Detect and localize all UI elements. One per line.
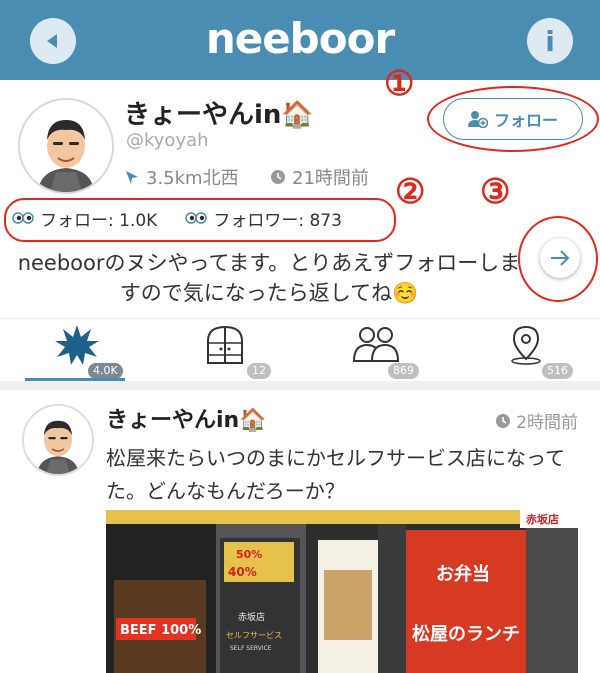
storefront-photo: BEEF 100% 赤坂店 セルフサービス SELF SERVICE 50% 4… — [106, 510, 578, 673]
following-count[interactable]: フォロー: 1.0K — [12, 206, 157, 231]
burst-icon — [55, 325, 99, 365]
door-icon — [207, 325, 243, 364]
followers-label: フォロワー: 873 — [213, 210, 342, 231]
post-photo[interactable]: BEEF 100% 赤坂店 セルフサービス SELF SERVICE 50% 4… — [106, 510, 578, 673]
tab-places[interactable]: 516 — [450, 319, 600, 381]
follow-button[interactable]: フォロー — [443, 98, 583, 140]
following-label: フォロー: 1.0K — [40, 210, 158, 231]
photo-sign-self-service-en: SELF SERVICE — [230, 645, 272, 652]
photo-sign-beef: BEEF 100% — [120, 623, 201, 638]
direction-arrow-icon — [126, 171, 138, 184]
last-active-info: 21時間前 — [270, 164, 369, 190]
post-time: 2時間前 — [495, 408, 578, 433]
annotation-3: ③ — [480, 172, 511, 212]
profile-tabs: 4.0K 12 869 516 — [0, 318, 600, 381]
expand-profile-button[interactable] — [540, 238, 580, 278]
profile-bio: neeboorのヌシやってます。とりあえずフォローしますので気になったら返してね… — [17, 251, 521, 305]
tab-badge: 869 — [388, 363, 419, 379]
photo-sign-akasaka: 赤坂店 — [526, 512, 559, 526]
photo-sign-store: 赤坂店 — [238, 611, 265, 623]
photo-sign-discount: 50% — [236, 548, 262, 561]
info-button[interactable]: i — [527, 18, 573, 64]
profile-handle: @kyoyah — [126, 130, 209, 151]
eyes-icon — [12, 212, 34, 224]
eyes-icon — [185, 212, 208, 224]
tab-badge: 4.0K — [88, 363, 123, 379]
location-pin-icon — [511, 325, 541, 365]
app-header: neeboor i — [0, 0, 600, 80]
clock-icon — [496, 413, 511, 428]
distance-info: 3.5km北西 — [124, 164, 239, 190]
tab-doors[interactable]: 12 — [150, 319, 300, 381]
photo-sign-lunch: 松屋のランチ — [412, 623, 520, 645]
tab-badge: 12 — [247, 363, 271, 379]
post-text: 松屋来たらいつのまにかセルフサービス店になってた。どんなもんだろーか？ — [106, 446, 565, 503]
tab-badge: 516 — [542, 363, 573, 379]
avatar-image — [24, 406, 92, 474]
active-tab-indicator — [25, 378, 125, 381]
post-card[interactable]: きょーやんin🏠 2時間前 松屋来たらいつのまにかセルフサービス店になってた。ど… — [0, 390, 600, 673]
add-user-icon — [467, 111, 488, 128]
photo-sign-bento: お弁当 — [436, 563, 490, 585]
clock-icon — [271, 170, 285, 184]
avatar-image — [20, 100, 112, 192]
distance-text: 3.5km北西 — [146, 168, 239, 189]
follow-button-label: フォロー — [493, 111, 558, 130]
post-avatar[interactable] — [22, 404, 94, 476]
arrow-right-icon — [551, 250, 570, 266]
post-username: きょーやんin🏠 — [106, 408, 267, 433]
tab-posts[interactable]: 4.0K — [0, 319, 150, 381]
post-time-text: 2時間前 — [516, 413, 578, 433]
info-icon: i — [545, 24, 555, 58]
annotation-2: ② — [395, 172, 426, 212]
follow-stats: フォロー: 1.0K フォロワー: 873 — [12, 200, 342, 236]
people-icon — [352, 327, 400, 362]
last-active-text: 21時間前 — [292, 168, 369, 189]
app-logo: neeboor — [205, 14, 395, 63]
photo-sign-self-service: セルフサービス — [226, 631, 282, 640]
annotation-1: ① — [384, 64, 415, 104]
profile-username: きょーやんin🏠 — [124, 100, 314, 130]
followers-count[interactable]: フォロワー: 873 — [185, 206, 342, 231]
profile-avatar[interactable] — [18, 98, 114, 194]
tab-people[interactable]: 869 — [300, 319, 450, 381]
photo-sign-discount2: 40% — [228, 565, 257, 579]
